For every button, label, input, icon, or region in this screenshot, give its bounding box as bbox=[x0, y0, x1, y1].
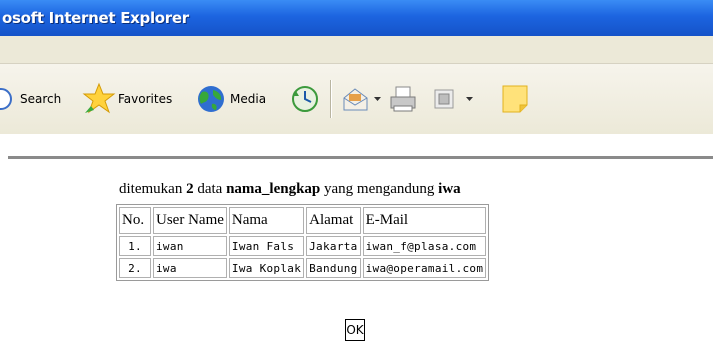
favorites-star-icon bbox=[82, 82, 116, 114]
cell-email: iwan_f@plasa.com bbox=[362, 236, 487, 256]
cell-no: 2. bbox=[119, 258, 151, 278]
cell-nama: Iwan Fals bbox=[228, 236, 305, 256]
cell-nama: Iwa Koplak bbox=[228, 258, 305, 278]
cell-user-name: iwa bbox=[153, 258, 227, 278]
table-row: 1. iwan Iwan Fals Jakarta iwan_f@plasa.c… bbox=[119, 236, 487, 256]
cell-user-name: iwan bbox=[153, 236, 227, 256]
media-globe-icon bbox=[198, 86, 224, 112]
edit-dropdown-icon bbox=[466, 97, 473, 101]
messenger-note-button[interactable] bbox=[500, 82, 530, 116]
header-no: No. bbox=[119, 207, 151, 234]
page-content: ditemukan 2 data nama_lengkap yang menga… bbox=[0, 160, 713, 345]
header-nama: Nama bbox=[228, 207, 305, 234]
table-row: 2. iwa Iwa Koplak Bandung iwa@operamail.… bbox=[119, 258, 487, 278]
search-button[interactable]: Search bbox=[0, 82, 61, 116]
table-header-row: No. User Name Nama Alamat E-Mail bbox=[119, 207, 487, 234]
search-icon bbox=[0, 88, 12, 110]
address-bar-area bbox=[0, 134, 713, 156]
caption-keyword: iwa bbox=[438, 181, 461, 197]
menu-bar bbox=[0, 36, 713, 64]
results-table: No. User Name Nama Alamat E-Mail 1. iwan… bbox=[116, 204, 490, 281]
caption-prefix: ditemukan bbox=[119, 181, 183, 197]
window-titlebar[interactable]: osoft Internet Explorer bbox=[0, 0, 713, 36]
print-icon bbox=[390, 86, 416, 112]
toolbar-separator bbox=[330, 80, 331, 118]
cell-alamat: Jakarta bbox=[306, 236, 361, 256]
print-button[interactable] bbox=[388, 82, 418, 116]
content-top-border bbox=[8, 156, 713, 159]
ok-button[interactable]: OK bbox=[345, 319, 365, 341]
cell-alamat: Bandung bbox=[306, 258, 361, 278]
history-icon bbox=[292, 86, 318, 112]
caption-count: 2 bbox=[186, 181, 194, 197]
cell-email: iwa@operamail.com bbox=[362, 258, 487, 278]
header-user-name: User Name bbox=[153, 207, 227, 234]
mail-button[interactable] bbox=[340, 82, 382, 116]
window-title: osoft Internet Explorer bbox=[2, 9, 189, 27]
edit-icon bbox=[434, 89, 454, 109]
media-button[interactable]: Media bbox=[194, 82, 266, 116]
messenger-note-icon bbox=[502, 85, 528, 113]
media-label: Media bbox=[230, 92, 267, 106]
header-email: E-Mail bbox=[362, 207, 487, 234]
edit-button[interactable] bbox=[432, 82, 476, 116]
favorites-button[interactable]: Favorites bbox=[82, 82, 172, 116]
header-alamat: Alamat bbox=[306, 207, 361, 234]
caption-middle: data bbox=[197, 181, 223, 197]
mail-icon bbox=[343, 88, 368, 111]
mail-dropdown-icon bbox=[374, 97, 381, 101]
caption-middle2: yang mengandung bbox=[324, 181, 435, 197]
history-button[interactable] bbox=[290, 82, 320, 116]
cell-no: 1. bbox=[119, 236, 151, 256]
search-label: Search bbox=[20, 92, 62, 106]
toolbar: Search Favorites Media bbox=[0, 64, 713, 134]
caption-field: nama_lengkap bbox=[226, 181, 321, 197]
search-result-caption: ditemukan 2 data nama_lengkap yang menga… bbox=[119, 181, 461, 198]
favorites-label: Favorites bbox=[118, 92, 173, 106]
